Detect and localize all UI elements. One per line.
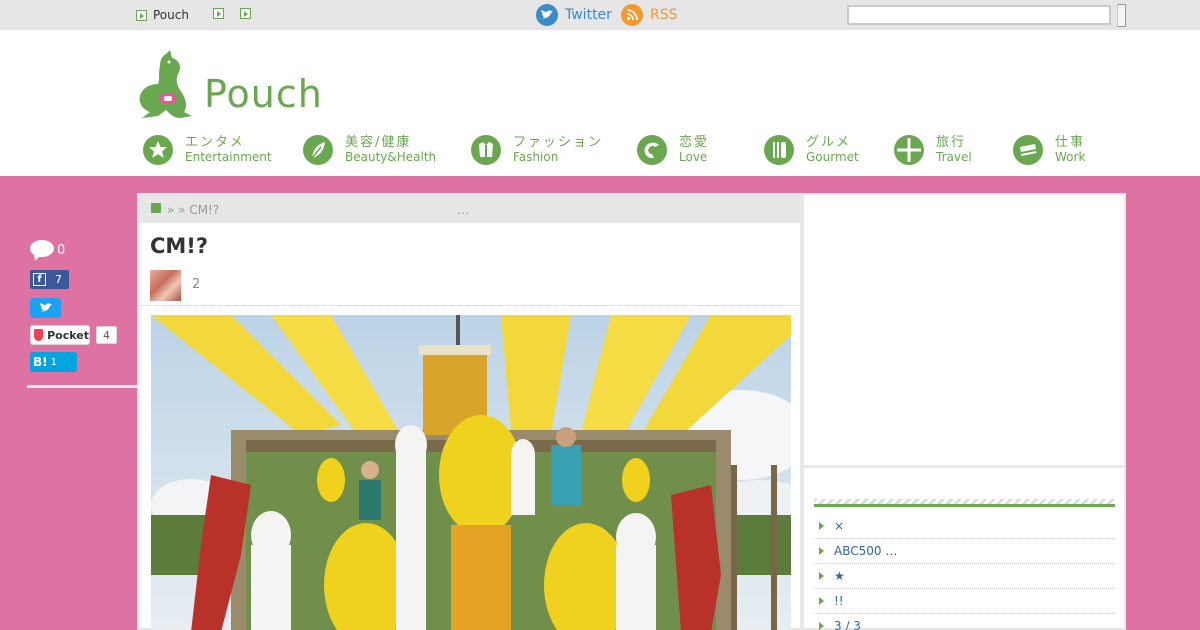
sidebar-heading-underline bbox=[814, 499, 1115, 507]
triangle-right-icon bbox=[819, 547, 824, 555]
nav-item-love[interactable]: 恋愛 Love bbox=[637, 135, 709, 165]
list-item-label: 3 / 3 bbox=[834, 619, 861, 630]
top-link-pouch[interactable]: Pouch bbox=[136, 8, 189, 22]
nav-label-en: Work bbox=[1055, 149, 1086, 164]
share-divider bbox=[27, 385, 143, 388]
site-logo[interactable]: Pouch bbox=[136, 50, 323, 120]
arrow-right-icon bbox=[213, 8, 224, 19]
nav-label-en: Fashion bbox=[513, 149, 559, 164]
category-nav: エンタメ Entertainment 美容/健康 Beauty&Health フ… bbox=[0, 135, 1200, 175]
top-bar: Pouch Twitter RSS bbox=[0, 0, 1200, 30]
arrow-right-icon bbox=[136, 9, 147, 21]
search-input[interactable] bbox=[847, 5, 1111, 25]
comment-tail-icon bbox=[34, 254, 42, 261]
author-count: 2 bbox=[192, 277, 201, 292]
nav-item-beauty[interactable]: 美容/健康 Beauty&Health bbox=[303, 135, 436, 165]
nav-label-en: Beauty&Health bbox=[345, 149, 437, 164]
hatena-count: 1 bbox=[50, 356, 57, 368]
article-divider bbox=[139, 305, 800, 306]
sidebar-ranking: × ABC500 … ★ !! 3 / 3 bbox=[802, 466, 1126, 630]
triangle-right-icon bbox=[819, 522, 824, 530]
twitter-link[interactable]: Twitter bbox=[536, 4, 612, 26]
pocket-label: Pocket bbox=[47, 328, 89, 342]
nav-label-en: Entertainment bbox=[185, 149, 272, 164]
list-item[interactable]: ★ bbox=[814, 564, 1115, 589]
globe-icon bbox=[894, 135, 924, 165]
breadcrumb-text[interactable]: » » CM!? bbox=[167, 203, 219, 217]
twitter-bird-icon bbox=[536, 4, 558, 26]
list-item[interactable]: ABC500 … bbox=[814, 539, 1115, 564]
list-item[interactable]: × bbox=[814, 514, 1115, 539]
leaf-icon bbox=[303, 135, 333, 165]
list-item-label: × bbox=[834, 519, 845, 533]
nav-item-fashion[interactable]: ファッション Fashion bbox=[471, 135, 603, 165]
shirt-icon bbox=[471, 135, 501, 165]
article-title: CM!? bbox=[150, 234, 209, 258]
nav-item-gourmet[interactable]: グルメ Gourmet bbox=[764, 135, 859, 165]
facebook-icon: f bbox=[33, 273, 46, 286]
nav-label-jp: 恋愛 bbox=[679, 134, 710, 150]
nav-label-jp: グルメ bbox=[806, 134, 852, 150]
nav-label-jp: 仕事 bbox=[1055, 134, 1086, 150]
list-item-label: !! bbox=[834, 594, 844, 608]
list-item-label: ★ bbox=[834, 569, 845, 583]
twitter-share-button[interactable] bbox=[30, 298, 61, 318]
home-square-icon[interactable] bbox=[151, 203, 161, 213]
article: » » CM!? … CM!? 2 bbox=[137, 193, 802, 630]
star-icon bbox=[143, 135, 173, 165]
rss-label: RSS bbox=[650, 7, 678, 23]
hatena-bookmark-button[interactable]: B! 1 bbox=[30, 352, 77, 372]
nav-label-en: Gourmet bbox=[806, 149, 859, 164]
top-link-3[interactable] bbox=[240, 8, 257, 19]
sidebar-ad bbox=[802, 193, 1126, 467]
facebook-share-button[interactable]: f 7 bbox=[30, 270, 69, 289]
list-item[interactable]: 3 / 3 bbox=[814, 614, 1115, 630]
comment-count: 0 bbox=[57, 243, 66, 258]
nav-item-entertainment[interactable]: エンタメ Entertainment bbox=[143, 135, 272, 165]
hatena-icon: B! bbox=[33, 355, 48, 369]
twitter-label: Twitter bbox=[565, 7, 612, 23]
nav-label-jp: 旅行 bbox=[936, 134, 967, 150]
nav-label-jp: ファッション bbox=[513, 134, 604, 150]
fork-knife-icon bbox=[764, 135, 794, 165]
rss-icon bbox=[621, 4, 643, 26]
nav-label-jp: 美容/健康 bbox=[345, 134, 412, 150]
site-header: Pouch エンタメ Entertainment 美容/健康 Beauty&He… bbox=[0, 30, 1200, 176]
pocket-save-button[interactable]: Pocket bbox=[30, 325, 90, 345]
nav-label-en: Travel bbox=[936, 149, 972, 164]
list-item-label: ABC500 … bbox=[834, 544, 898, 558]
triangle-right-icon bbox=[819, 622, 824, 630]
facebook-count: 7 bbox=[55, 273, 62, 286]
rss-link[interactable]: RSS bbox=[621, 4, 678, 26]
breadcrumb-ellipsis: … bbox=[457, 203, 469, 217]
triangle-right-icon bbox=[819, 597, 824, 605]
twitter-bird-icon bbox=[39, 303, 52, 312]
breadcrumb: » » CM!? … bbox=[139, 195, 800, 223]
arrow-right-icon bbox=[240, 8, 251, 19]
article-hero-image bbox=[151, 315, 791, 630]
logo-text: Pouch bbox=[204, 72, 323, 116]
pocket-icon bbox=[34, 329, 44, 341]
author-avatar[interactable] bbox=[150, 270, 181, 301]
kangaroo-logo-icon bbox=[139, 50, 192, 118]
top-link-label: Pouch bbox=[153, 8, 189, 22]
triangle-right-icon bbox=[819, 572, 824, 580]
search-button[interactable] bbox=[1117, 4, 1126, 27]
heart-icon bbox=[637, 135, 667, 165]
pocket-count: 4 bbox=[96, 326, 117, 344]
card-icon bbox=[1013, 135, 1043, 165]
top-link-2[interactable] bbox=[213, 8, 230, 19]
nav-item-travel[interactable]: 旅行 Travel bbox=[894, 135, 972, 165]
nav-item-work[interactable]: 仕事 Work bbox=[1013, 135, 1085, 165]
nav-label-en: Love bbox=[679, 149, 708, 164]
list-item[interactable]: !! bbox=[814, 589, 1115, 614]
nav-label-jp: エンタメ bbox=[185, 134, 245, 150]
